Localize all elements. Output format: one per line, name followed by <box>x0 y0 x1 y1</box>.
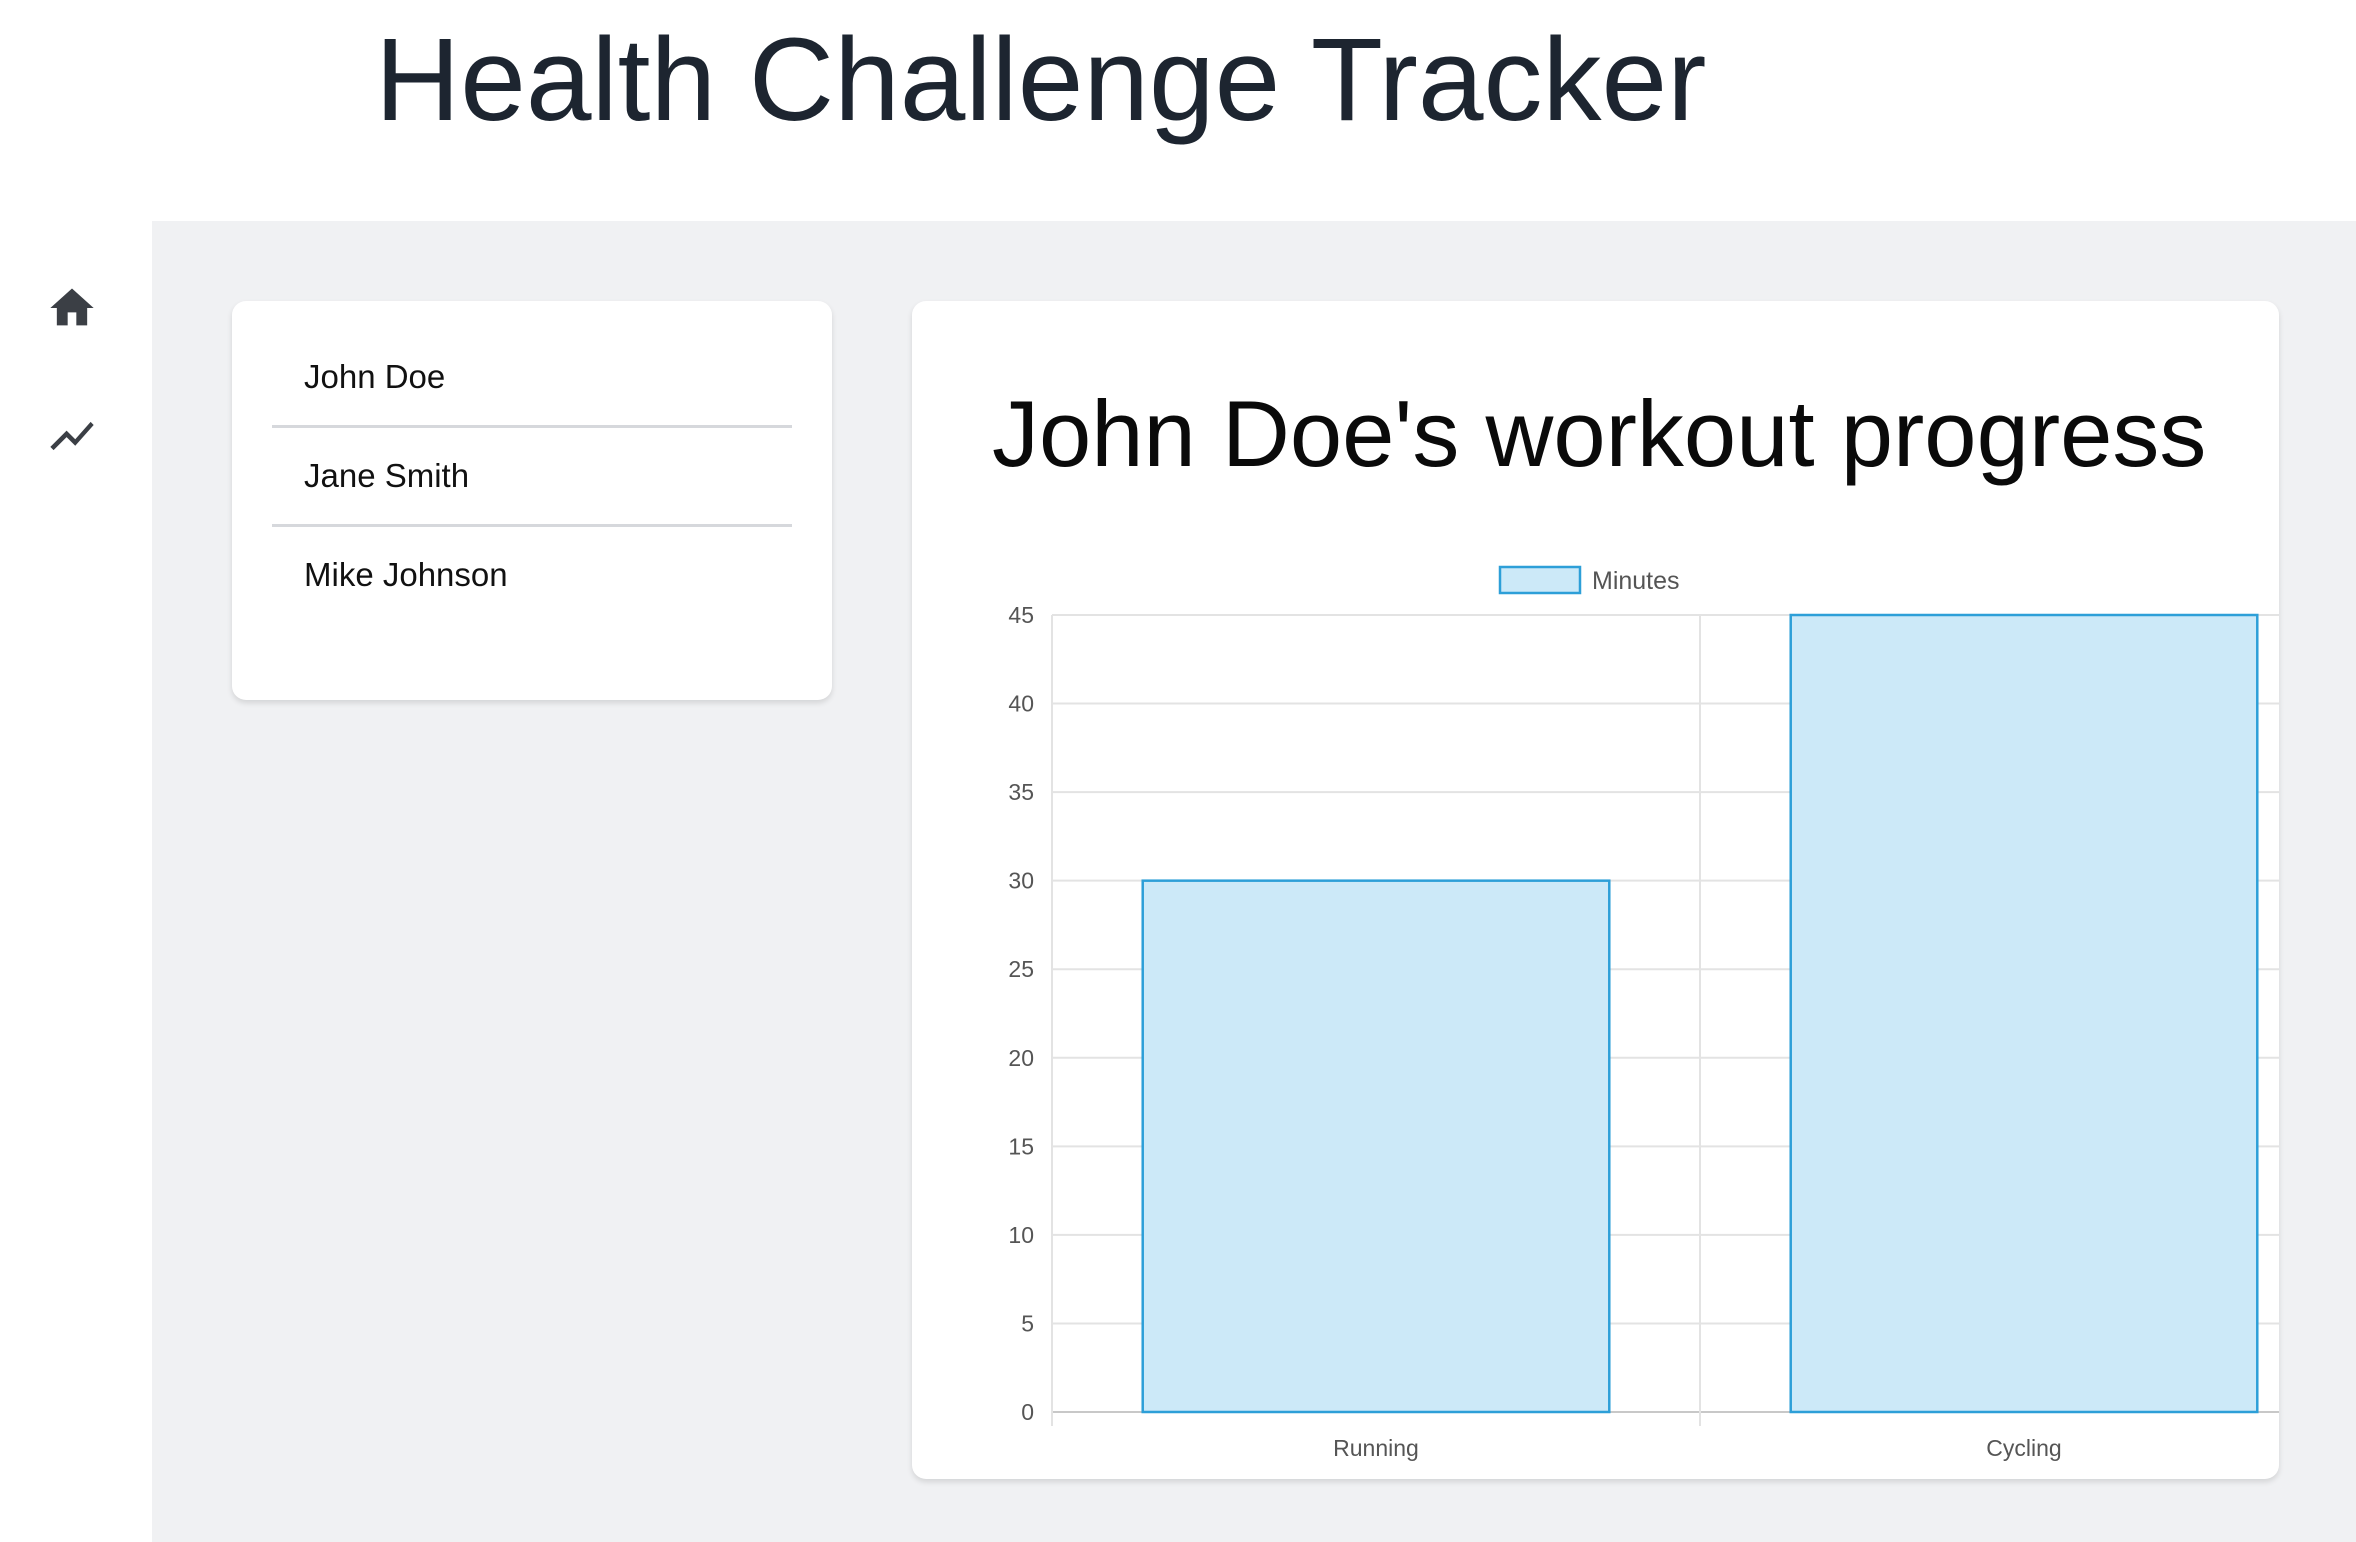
app-title: Health Challenge Tracker <box>375 14 1707 146</box>
y-tick-label: 15 <box>1008 1133 1034 1159</box>
bar <box>1789 613 2259 1414</box>
main-content: John Doe Jane Smith Mike Johnson John Do… <box>152 221 2356 1542</box>
y-tick-label: 20 <box>1008 1045 1034 1071</box>
sidebar <box>0 221 152 1542</box>
home-icon[interactable] <box>46 282 98 334</box>
y-tick-label: 5 <box>1021 1310 1034 1336</box>
y-tick-label: 45 <box>1008 602 1034 628</box>
y-tick-label: 35 <box>1008 779 1034 805</box>
trending-up-icon[interactable] <box>46 410 98 462</box>
y-tick-label: 30 <box>1008 868 1034 894</box>
x-tick-label: Running <box>1333 1435 1419 1461</box>
x-tick-label: Cycling <box>1986 1435 2061 1461</box>
y-tick-label: 0 <box>1021 1399 1034 1425</box>
user-list-item[interactable]: John Doe <box>272 329 792 428</box>
user-list-card: John Doe Jane Smith Mike Johnson <box>232 301 832 700</box>
y-tick-label: 40 <box>1008 691 1034 717</box>
workout-bar-chart: 0 5 10 15 20 25 30 35 40 45 Running Cycling Minutes <box>1008 565 2279 1461</box>
y-tick-label: 25 <box>1008 956 1034 982</box>
chart-card: John Doe's workout progress 0 5 10 15 20 25 30… <box>912 301 2279 1479</box>
y-tick-label: 10 <box>1008 1222 1034 1248</box>
user-list-item[interactable]: Jane Smith <box>272 428 792 527</box>
legend-label: Minutes <box>1592 567 1680 595</box>
user-list-item[interactable]: Mike Johnson <box>272 527 792 623</box>
legend-swatch <box>1498 565 1582 595</box>
user-list: John Doe Jane Smith Mike Johnson <box>272 329 792 623</box>
bar <box>1141 879 1611 1414</box>
